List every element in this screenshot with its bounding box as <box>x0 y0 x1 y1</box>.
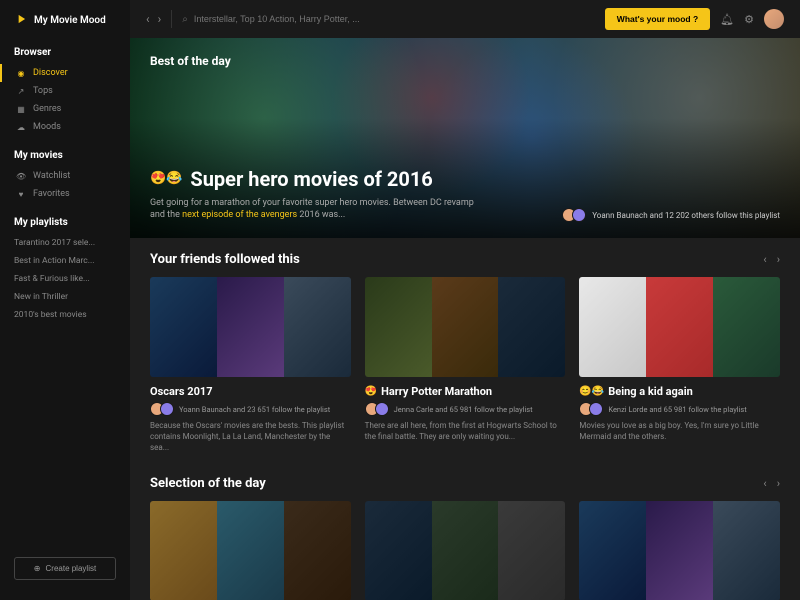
main: ‹ › ⌕ What's your mood ? 🔔︎ ⚙ Best of th… <box>130 0 800 600</box>
sidebar: My Movie Mood Browser ◉ Discover ↗ Tops ▦ G… <box>0 0 130 600</box>
divider <box>171 10 172 28</box>
section-title: Selection of the day <box>150 476 266 491</box>
nav-playlists: My playlists Tarantino 2017 sele... Best… <box>0 217 130 324</box>
nav-section-title: My playlists <box>0 217 130 234</box>
heart-icon: ♥ <box>16 190 26 199</box>
gear-icon[interactable]: ⚙ <box>744 13 754 26</box>
card-emoji: 😍 <box>365 386 377 397</box>
discover-icon: ◉ <box>16 69 26 78</box>
create-playlist-button[interactable]: ⊕ Create playlist <box>14 557 116 580</box>
nav-label: Moods <box>33 122 61 132</box>
nav-label: Discover <box>33 68 68 78</box>
card-description: There are all here, from the first at Ho… <box>365 420 566 442</box>
nav-genres[interactable]: ▦ Genres <box>0 100 130 118</box>
search-icon: ⌕ <box>182 14 188 25</box>
section-nav: ‹ › <box>763 477 780 490</box>
selection-section: Selection of the day ‹ › <box>130 462 800 600</box>
follower-text: Yoann Baunach and 12 202 others follow t… <box>592 211 780 220</box>
playlist-item[interactable]: Fast & Furious like... <box>0 270 130 288</box>
card-followers: Yoann Baunach and 23 651 follow the play… <box>150 402 351 416</box>
nav-discover[interactable]: ◉ Discover <box>0 64 130 82</box>
playlist-item[interactable]: Best in Action Marc... <box>0 252 130 270</box>
app-name: My Movie Mood <box>34 15 106 26</box>
scroll-right-button[interactable]: › <box>777 477 780 490</box>
eye-icon: 👁 <box>16 172 26 181</box>
playlist-card[interactable] <box>365 501 566 600</box>
scroll-right-button[interactable]: › <box>777 253 780 266</box>
card-followers: Kenzi Lorde and 65 981 follow the playli… <box>579 402 780 416</box>
nav-tops[interactable]: ↗ Tops <box>0 82 130 100</box>
playlist-card[interactable]: 😊😂Being a kid again Kenzi Lorde and 65 9… <box>579 277 780 454</box>
hero-followers: Yoann Baunach and 12 202 others follow t… <box>562 208 780 222</box>
nav-mymovies: My movies 👁 Watchlist ♥ Favorites <box>0 150 130 203</box>
playlist-item[interactable]: 2010's best movies <box>0 306 130 324</box>
playlist-item[interactable]: New in Thriller <box>0 288 130 306</box>
card-posters <box>579 277 780 377</box>
card-title: 😊😂Being a kid again <box>579 385 780 398</box>
scroll-left-button[interactable]: ‹ <box>763 253 766 266</box>
card-description: Movies you love as a big boy. Yes, I'm s… <box>579 420 780 442</box>
hero-label: Best of the day <box>150 54 780 68</box>
logo[interactable]: My Movie Mood <box>0 12 130 47</box>
forward-button[interactable]: › <box>158 12 162 26</box>
card-posters <box>150 501 351 600</box>
nav-moods[interactable]: ☁ Moods <box>0 118 130 136</box>
nav-section-title: Browser <box>0 47 130 64</box>
nav-label: Genres <box>33 104 61 114</box>
hero-title: 😍😂 Super hero movies of 2016 <box>150 167 490 191</box>
bell-icon[interactable]: 🔔︎ <box>720 13 734 26</box>
nav-watchlist[interactable]: 👁 Watchlist <box>0 167 130 185</box>
nav-label: Watchlist <box>33 171 70 181</box>
card-posters <box>150 277 351 377</box>
card-posters <box>579 501 780 600</box>
nav-label: Favorites <box>33 189 70 199</box>
playlist-card[interactable] <box>150 501 351 600</box>
scroll-left-button[interactable]: ‹ <box>763 477 766 490</box>
playlist-card[interactable]: 😍Harry Potter Marathon Jenna Carle and 6… <box>365 277 566 454</box>
genres-icon: ▦ <box>16 105 26 114</box>
hero-emoji: 😍😂 <box>150 171 182 186</box>
hero-title-text: Super hero movies of 2016 <box>190 167 432 191</box>
history-nav: ‹ › <box>146 12 161 26</box>
logo-icon <box>14 12 28 29</box>
content[interactable]: Best of the day 😍😂 Super hero movies of 2… <box>130 38 800 600</box>
search-input[interactable] <box>194 14 595 24</box>
playlist-card[interactable] <box>579 501 780 600</box>
user-avatar[interactable] <box>764 9 784 29</box>
top-icons: 🔔︎ ⚙ <box>720 9 784 29</box>
moods-icon: ☁ <box>16 123 26 132</box>
card-title: Oscars 2017 <box>150 385 351 398</box>
nav-favorites[interactable]: ♥ Favorites <box>0 185 130 203</box>
card-posters <box>365 501 566 600</box>
follower-avatars <box>562 208 586 222</box>
card-emoji: 😊😂 <box>579 386 604 397</box>
section-nav: ‹ › <box>763 253 780 266</box>
card-description: Because the Oscars' movies are the bests… <box>150 420 351 454</box>
plus-icon: ⊕ <box>34 564 41 573</box>
mood-button[interactable]: What's your mood ? <box>605 8 710 30</box>
hero-description: Get going for a marathon of your favorit… <box>150 197 490 222</box>
tops-icon: ↗ <box>16 87 26 96</box>
playlist-item[interactable]: Tarantino 2017 sele... <box>0 234 130 252</box>
create-label: Create playlist <box>46 564 97 573</box>
hero-link[interactable]: next episode of the avengers <box>182 210 297 220</box>
friends-section: Your friends followed this ‹ › Oscars 20… <box>130 238 800 462</box>
nav-label: Tops <box>33 86 53 96</box>
section-title: Your friends followed this <box>150 252 300 267</box>
nav-browser: Browser ◉ Discover ↗ Tops ▦ Genres ☁ Moods <box>0 47 130 136</box>
card-posters <box>365 277 566 377</box>
back-button[interactable]: ‹ <box>146 12 150 26</box>
hero-banner[interactable]: Best of the day 😍😂 Super hero movies of 2… <box>130 38 800 238</box>
playlist-card[interactable]: Oscars 2017 Yoann Baunach and 23 651 fol… <box>150 277 351 454</box>
card-title: 😍Harry Potter Marathon <box>365 385 566 398</box>
card-followers: Jenna Carle and 65 981 follow the playli… <box>365 402 566 416</box>
search: ⌕ <box>182 14 595 25</box>
topbar: ‹ › ⌕ What's your mood ? 🔔︎ ⚙ <box>130 0 800 38</box>
nav-section-title: My movies <box>0 150 130 167</box>
